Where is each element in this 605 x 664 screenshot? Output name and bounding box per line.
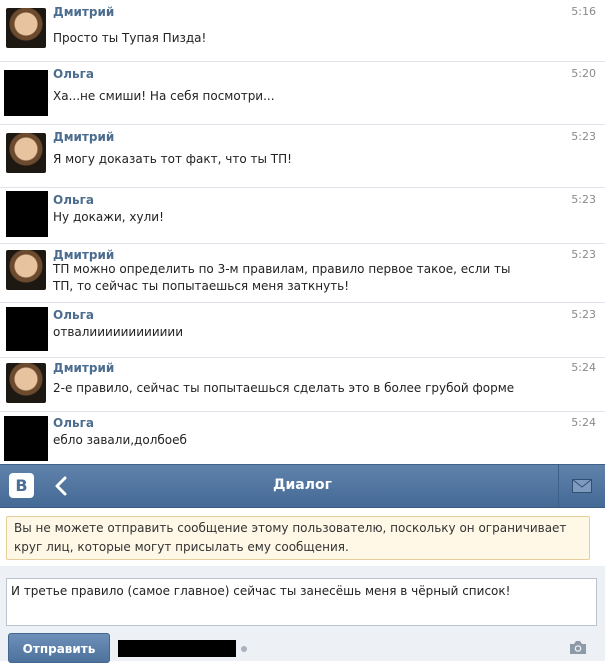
message-item: Дмитрий 5:23 ТП можно определить по 3-м … <box>0 244 605 303</box>
avatar[interactable] <box>4 416 48 461</box>
warning-notice: Вы не можете отправить сообщение этому п… <box>6 516 590 560</box>
message-item: Ольга 5:23 отвалииииииииииии <box>0 303 605 358</box>
message-item: Ольга 5:24 ебло завали,долбоеб <box>0 412 605 464</box>
message-time: 5:24 <box>571 416 596 429</box>
avatar[interactable] <box>6 8 46 48</box>
attach-photo-button[interactable] <box>569 640 587 659</box>
message-author[interactable]: Дмитрий <box>53 5 114 19</box>
camera-icon <box>570 641 586 654</box>
message-author[interactable]: Дмитрий <box>53 248 114 262</box>
message-author[interactable]: Ольга <box>53 67 94 81</box>
message-text: 2-е правило, сейчас ты попытаешься сдела… <box>53 381 515 395</box>
message-text: отвалииииииииииии <box>53 325 184 339</box>
message-item: Дмитрий 5:23 Я могу доказать тот факт, ч… <box>0 125 605 188</box>
message-item: Дмитрий 5:16 Просто ты Тупая Пизда! <box>0 0 605 62</box>
avatar[interactable] <box>4 70 48 116</box>
message-time: 5:23 <box>571 193 596 206</box>
message-input[interactable]: И третье правило (самое главное) сейчас … <box>6 578 597 626</box>
message-author[interactable]: Ольга <box>53 416 94 430</box>
message-time: 5:23 <box>571 308 596 321</box>
status-dot <box>241 646 247 652</box>
message-time: 5:16 <box>571 5 596 18</box>
avatar[interactable] <box>6 307 48 351</box>
avatar[interactable] <box>6 363 46 403</box>
avatar[interactable] <box>6 133 46 173</box>
messages-button[interactable] <box>558 465 605 507</box>
message-author[interactable]: Дмитрий <box>53 361 114 375</box>
message-time: 5:23 <box>571 130 596 143</box>
message-item: Ольга 5:20 Ха...не смиши! На себя посмот… <box>0 62 605 125</box>
message-text: Я могу доказать тот факт, что ты ТП! <box>53 152 292 166</box>
message-time: 5:23 <box>571 248 596 261</box>
message-text: Ну докажи, хули! <box>53 210 164 224</box>
message-author[interactable]: Ольга <box>53 308 94 322</box>
top-navbar: B Диалог <box>0 464 605 508</box>
message-author[interactable]: Дмитрий <box>53 130 114 144</box>
message-time: 5:24 <box>571 361 596 374</box>
message-text: ТП можно определить по 3-м правилам, пра… <box>53 262 511 293</box>
avatar[interactable] <box>6 191 48 237</box>
send-button[interactable]: Отправить <box>8 633 110 663</box>
message-author[interactable]: Ольга <box>53 193 94 207</box>
envelope-icon <box>572 479 592 493</box>
message-item: Дмитрий 5:24 2-е правило, сейчас ты попы… <box>0 358 605 412</box>
message-text: Просто ты Тупая Пизда! <box>53 31 207 45</box>
avatar[interactable] <box>6 250 46 290</box>
redacted-bar <box>118 640 236 657</box>
message-text: Ха...не смиши! На себя посмотри... <box>53 89 275 103</box>
message-time: 5:20 <box>571 67 596 80</box>
page-title: Диалог <box>273 477 332 493</box>
message-text: ебло завали,долбоеб <box>53 433 187 447</box>
message-item: Ольга 5:23 Ну докажи, хули! <box>0 188 605 244</box>
